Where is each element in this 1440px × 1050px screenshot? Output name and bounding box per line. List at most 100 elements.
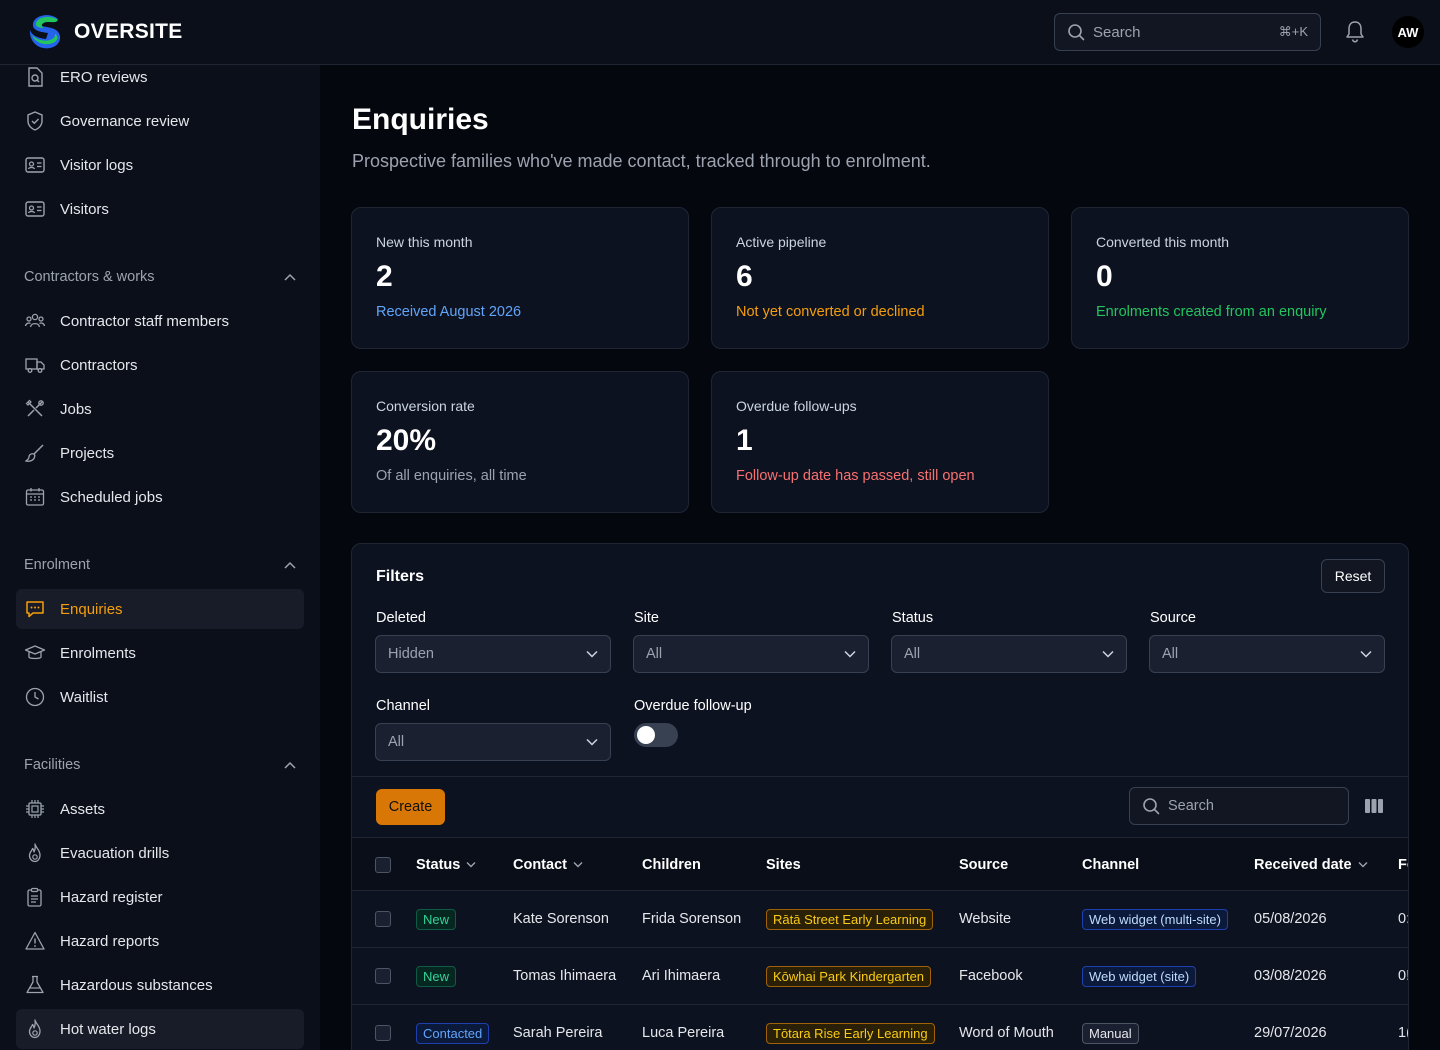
column-header-label: Status	[416, 856, 461, 873]
sidebar-item-label: Hazard register	[60, 888, 163, 906]
sidebar-item-enrolments[interactable]: Enrolments	[16, 633, 304, 673]
sidebar-item-scheduled-jobs[interactable]: Scheduled jobs	[16, 477, 304, 517]
site-badge: Tōtara Rise Early Learning	[766, 1022, 935, 1044]
sidebar-item-hazard-register[interactable]: Hazard register	[16, 877, 304, 917]
global-search-placeholder: Search	[1093, 23, 1141, 41]
brand[interactable]: OVERSITE	[28, 13, 183, 51]
column-header-status[interactable]: Status	[416, 838, 476, 891]
sidebar-group-facilities[interactable]: Facilities	[24, 753, 296, 777]
brand-name: OVERSITE	[74, 20, 183, 43]
sidebar-group-label: Facilities	[24, 757, 81, 773]
site-badge: Kōwhai Park Kindergarten	[766, 965, 932, 987]
filter-label-overdue: Overdue follow-up	[634, 698, 752, 714]
sidebar-item-contractor-staff-members[interactable]: Contractor staff members	[16, 301, 304, 341]
select-value: All	[646, 646, 663, 662]
filter-source-select[interactable]: All	[1149, 635, 1385, 673]
channel-badge: Web widget (site)	[1082, 965, 1197, 987]
row-checkbox[interactable]	[375, 911, 391, 927]
sidebar-item-label: Visitors	[60, 200, 109, 218]
chevron-down-icon	[466, 862, 476, 868]
create-button[interactable]: Create	[376, 789, 445, 825]
column-header-label: Channel	[1082, 856, 1140, 873]
sidebar-item-assets[interactable]: Assets	[16, 789, 304, 829]
column-header-children: Children	[642, 838, 701, 891]
sidebar-item-projects[interactable]: Projects	[16, 433, 304, 473]
stat-value: 0	[1096, 260, 1113, 293]
column-header-label: Fo	[1398, 856, 1408, 873]
sidebar-group-contractors[interactable]: Contractors & works	[24, 265, 296, 289]
chevron-down-icon	[573, 862, 583, 868]
stat-label: Converted this month	[1096, 234, 1230, 250]
reset-button[interactable]: Reset	[1321, 559, 1385, 593]
stat-value: 20%	[376, 424, 437, 457]
column-header-contact[interactable]: Contact	[513, 838, 583, 891]
sidebar-item-jobs[interactable]: Jobs	[16, 389, 304, 429]
avatar[interactable]: AW	[1392, 16, 1424, 48]
sidebar-item-hazardous-substances[interactable]: Hazardous substances	[16, 965, 304, 1005]
select-all-checkbox[interactable]	[375, 838, 391, 891]
filter-status-select[interactable]: All	[891, 635, 1127, 673]
columns-button[interactable]	[1365, 798, 1383, 817]
global-search[interactable]: Search ⌘+K	[1054, 13, 1321, 51]
channel-badge: Manual	[1082, 1022, 1139, 1044]
filter-channel-select[interactable]: All	[375, 723, 611, 761]
notifications-button[interactable]	[1344, 20, 1366, 47]
overdue-toggle[interactable]	[634, 723, 678, 747]
chevron-up-icon	[284, 761, 296, 769]
column-header-received-date[interactable]: Received date	[1254, 838, 1368, 891]
table-row[interactable]: New Tomas Ihimaera Ari Ihimaera Kōwhai P…	[352, 948, 1408, 1005]
table-row[interactable]: Contacted Sarah Pereira Luca Pereira Tōt…	[352, 1005, 1408, 1050]
users-icon	[24, 313, 46, 328]
contact-cell: Kate Sorenson	[513, 911, 609, 927]
stat-card-new: New this month 2 Received August 2026	[351, 207, 689, 349]
bell-icon	[1346, 21, 1364, 43]
received-date-cell: 05/08/2026	[1254, 911, 1327, 927]
filter-label-site: Site	[634, 610, 659, 626]
sidebar-item-contractors[interactable]: Contractors	[16, 345, 304, 385]
children-cell: Frida Sorenson	[642, 911, 742, 927]
sidebar-item-enquiries[interactable]: Enquiries	[16, 589, 304, 629]
table-search-input[interactable]: Search	[1129, 787, 1349, 825]
stat-label: Overdue follow-ups	[736, 398, 857, 414]
row-checkbox[interactable]	[375, 968, 391, 984]
column-header-source: Source	[959, 838, 1008, 891]
followup-cell: 1(	[1398, 1025, 1408, 1041]
toggle-knob	[637, 726, 655, 744]
sidebar-item-evacuation-drills[interactable]: Evacuation drills	[16, 833, 304, 873]
table-row[interactable]: New Kate Sorenson Frida Sorenson Rātā St…	[352, 891, 1409, 948]
sidebar-item-waitlist[interactable]: Waitlist	[16, 677, 304, 717]
graduation-cap-icon	[24, 645, 46, 660]
sidebar-item-governance-review[interactable]: Governance review	[16, 101, 304, 141]
filters-panel: Filters Reset Deleted Hidden Site All St…	[351, 543, 1409, 1050]
stat-note: Enrolments created from an enquiry	[1096, 304, 1327, 320]
status-badge: New	[416, 908, 457, 930]
truck-icon	[25, 358, 45, 373]
sidebar-item-hazard-reports[interactable]: Hazard reports	[16, 921, 304, 961]
sidebar-item-label: Projects	[60, 444, 115, 462]
sidebar-item-label: Visitor logs	[60, 156, 134, 174]
sidebar-group-enrolment[interactable]: Enrolment	[24, 553, 296, 577]
row-checkbox[interactable]	[375, 1025, 391, 1041]
stat-note: Not yet converted or declined	[736, 304, 925, 320]
paintbrush-icon	[24, 444, 44, 462]
site-badge: Rātā Street Early Learning	[766, 908, 934, 930]
sidebar-item-visitor-logs[interactable]: Visitor logs	[16, 145, 304, 185]
sidebar-item-visitors[interactable]: Visitors	[16, 189, 304, 229]
filter-site-select[interactable]: All	[633, 635, 869, 673]
followup-cell: 0:	[1398, 911, 1409, 927]
chip-icon	[26, 800, 44, 818]
sidebar-item-ero-reviews[interactable]: ERO reviews	[16, 65, 304, 97]
sidebar-item-hot-water-logs[interactable]: Hot water logs	[16, 1009, 304, 1049]
id-card-icon	[25, 157, 45, 173]
received-date-cell: 03/08/2026	[1254, 968, 1327, 984]
chevron-up-icon	[284, 273, 296, 281]
stat-note: Of all enquiries, all time	[376, 468, 527, 484]
column-header-followup[interactable]: Fo	[1398, 838, 1408, 891]
search-icon	[1143, 798, 1160, 815]
checkbox[interactable]	[375, 856, 391, 873]
sidebar-item-label: Hot water logs	[60, 1020, 156, 1038]
sidebar-item-label: Enrolments	[60, 644, 136, 662]
shield-check-icon	[27, 111, 43, 131]
sidebar-group-label: Enrolment	[24, 557, 91, 573]
filter-deleted-select[interactable]: Hidden	[375, 635, 611, 673]
